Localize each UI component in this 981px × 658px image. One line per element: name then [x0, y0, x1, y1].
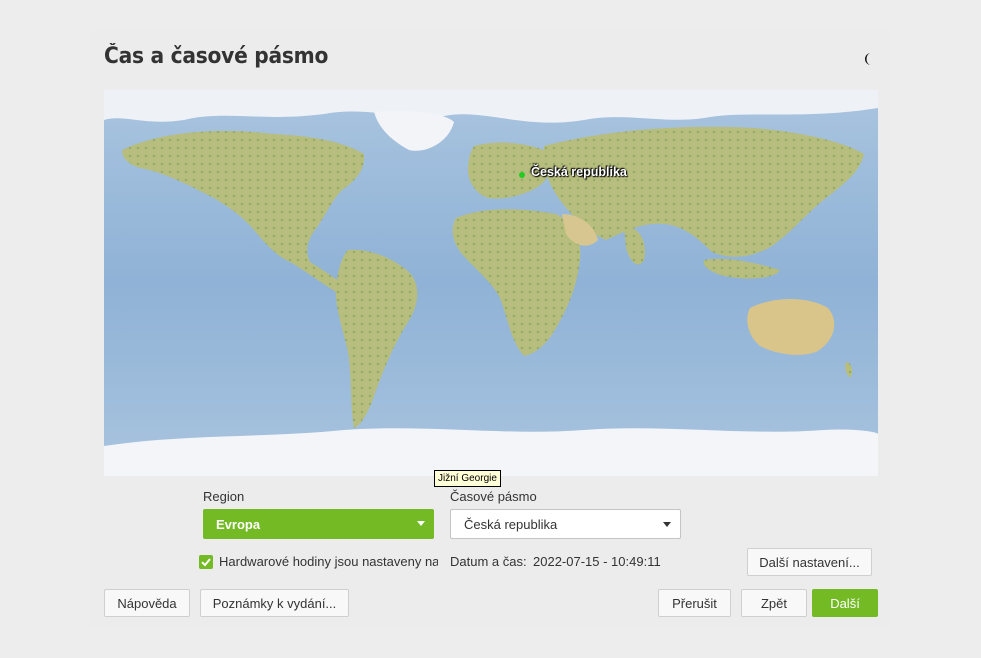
datetime-label: Datum a čas:: [450, 554, 527, 569]
map-tooltip: Jižní Georgie: [434, 470, 501, 487]
chevron-down-icon: [417, 521, 425, 526]
datetime-value: 2022-07-15 - 10:49:11: [533, 554, 661, 569]
region-label: Region: [203, 489, 245, 504]
help-button[interactable]: Nápověda: [104, 589, 190, 617]
region-select[interactable]: Evropa: [203, 509, 434, 539]
region-select-value: Evropa: [216, 516, 261, 532]
abort-button[interactable]: Přerušit: [658, 589, 731, 617]
other-settings-button[interactable]: Další nastavení...: [747, 548, 872, 576]
timezone-select-value: Česká republika: [464, 516, 558, 532]
moon-icon[interactable]: [862, 52, 876, 66]
timezone-label: Časové pásmo: [450, 489, 537, 504]
back-button[interactable]: Zpět: [741, 589, 807, 617]
chevron-down-icon: [663, 522, 671, 527]
release-notes-button[interactable]: Poznámky k vydání...: [200, 589, 349, 617]
next-button[interactable]: Další: [812, 589, 878, 617]
world-map[interactable]: Česká republika: [104, 90, 878, 476]
page-title: Čas a časové pásmo: [104, 44, 329, 69]
hwclock-checkbox[interactable]: [199, 555, 213, 569]
checkmark-icon: [201, 558, 211, 567]
timezone-select[interactable]: Česká republika: [450, 509, 681, 539]
selected-location-label: Česká republika: [531, 165, 627, 179]
timezone-dialog: Čas a časové pásmo Česká republika Jižní…: [90, 30, 890, 628]
hwclock-label[interactable]: Hardwarové hodiny jsou nastaveny na: [219, 554, 438, 569]
